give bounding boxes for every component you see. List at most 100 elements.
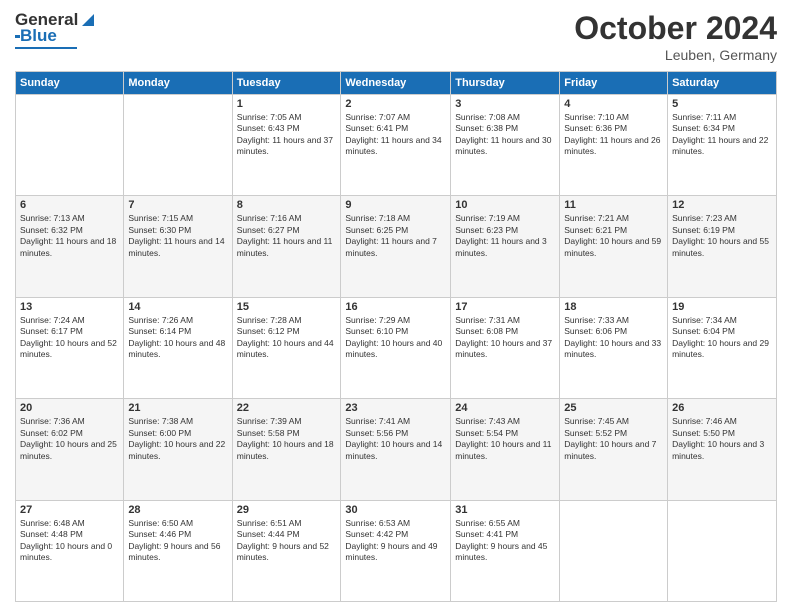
- calendar-cell: 23Sunrise: 7:41 AM Sunset: 5:56 PM Dayli…: [341, 399, 451, 500]
- day-number: 25: [564, 402, 663, 414]
- calendar-cell: 15 Sunrise: 7:28 AM Sunset: 6:12 PM Dayli…: [232, 297, 341, 398]
- calendar-cell: 14 Sunrise: 7:26 AM Sunset: 6:14 PM Dayli…: [124, 297, 232, 398]
- day-detail: Sunrise: 7:11 AM Sunset: 6:34 PM Dayligh…: [672, 112, 772, 158]
- day-detail: Sunrise: 7:28 AM Sunset: 6:12 PM Dayligh…: [237, 315, 337, 361]
- logo-blue: Blue: [20, 26, 57, 46]
- day-number: 1: [237, 98, 337, 110]
- calendar-cell: 16 Sunrise: 7:29 AM Sunset: 6:10 PM Dayli…: [341, 297, 451, 398]
- calendar-week-row: 27 Sunrise: 6:48 AM Sunset: 4:48 PM Dayli…: [16, 500, 777, 601]
- page: General Blue October 2024 Leuben, German…: [0, 0, 792, 612]
- day-detail: Sunrise: 7:46 AM Sunset: 5:50 PM Dayligh…: [672, 416, 772, 462]
- day-detail: Sunrise: 7:38 AM Sunset: 6:00 PM Dayligh…: [128, 416, 227, 462]
- col-wednesday: Wednesday: [341, 72, 451, 95]
- calendar-cell: [560, 500, 668, 601]
- day-number: 6: [20, 199, 119, 211]
- day-number: 11: [564, 199, 663, 211]
- day-number: 2: [345, 98, 446, 110]
- day-number: 17: [455, 301, 555, 313]
- calendar-cell: 13Sunrise: 7:24 AM Sunset: 6:17 PM Dayli…: [16, 297, 124, 398]
- day-number: 4: [564, 98, 663, 110]
- calendar-cell: 17 Sunrise: 7:31 AM Sunset: 6:08 PM Dayli…: [451, 297, 560, 398]
- calendar-cell: [16, 95, 124, 196]
- day-detail: Sunrise: 7:43 AM Sunset: 5:54 PM Dayligh…: [455, 416, 555, 462]
- calendar-header-row: Sunday Monday Tuesday Wednesday Thursday…: [16, 72, 777, 95]
- day-detail: Sunrise: 7:31 AM Sunset: 6:08 PM Dayligh…: [455, 315, 555, 361]
- day-detail: Sunrise: 7:16 AM Sunset: 6:27 PM Dayligh…: [237, 213, 337, 259]
- day-detail: Sunrise: 7:45 AM Sunset: 5:52 PM Dayligh…: [564, 416, 663, 462]
- calendar-week-row: 6 Sunrise: 7:13 AM Sunset: 6:32 PM Daylig…: [16, 196, 777, 297]
- day-detail: Sunrise: 7:13 AM Sunset: 6:32 PM Dayligh…: [20, 213, 119, 259]
- day-detail: Sunrise: 7:08 AM Sunset: 6:38 PM Dayligh…: [455, 112, 555, 158]
- calendar-cell: 18Sunrise: 7:33 AM Sunset: 6:06 PM Dayli…: [560, 297, 668, 398]
- calendar-cell: 27 Sunrise: 6:48 AM Sunset: 4:48 PM Dayli…: [16, 500, 124, 601]
- calendar-cell: 30Sunrise: 6:53 AM Sunset: 4:42 PM Dayli…: [341, 500, 451, 601]
- day-number: 3: [455, 98, 555, 110]
- day-detail: Sunrise: 6:55 AM Sunset: 4:41 PM Dayligh…: [455, 518, 555, 564]
- day-number: 5: [672, 98, 772, 110]
- calendar-cell: 9 Sunrise: 7:18 AM Sunset: 6:25 PM Daylig…: [341, 196, 451, 297]
- day-number: 10: [455, 199, 555, 211]
- day-detail: Sunrise: 7:10 AM Sunset: 6:36 PM Dayligh…: [564, 112, 663, 158]
- day-number: 22: [237, 402, 337, 414]
- calendar-cell: 12 Sunrise: 7:23 AM Sunset: 6:19 PM Dayli…: [668, 196, 777, 297]
- calendar-cell: 6 Sunrise: 7:13 AM Sunset: 6:32 PM Daylig…: [16, 196, 124, 297]
- day-detail: Sunrise: 7:26 AM Sunset: 6:14 PM Dayligh…: [128, 315, 227, 361]
- day-detail: Sunrise: 7:36 AM Sunset: 6:02 PM Dayligh…: [20, 416, 119, 462]
- calendar-cell: 24Sunrise: 7:43 AM Sunset: 5:54 PM Dayli…: [451, 399, 560, 500]
- calendar-week-row: 20Sunrise: 7:36 AM Sunset: 6:02 PM Dayli…: [16, 399, 777, 500]
- col-monday: Monday: [124, 72, 232, 95]
- day-number: 12: [672, 199, 772, 211]
- day-detail: Sunrise: 7:07 AM Sunset: 6:41 PM Dayligh…: [345, 112, 446, 158]
- calendar-cell: 26 Sunrise: 7:46 AM Sunset: 5:50 PM Dayli…: [668, 399, 777, 500]
- calendar-table: Sunday Monday Tuesday Wednesday Thursday…: [15, 71, 777, 602]
- col-saturday: Saturday: [668, 72, 777, 95]
- day-number: 16: [345, 301, 446, 313]
- day-number: 15: [237, 301, 337, 313]
- title-block: October 2024 Leuben, Germany: [574, 10, 777, 63]
- calendar-cell: 31 Sunrise: 6:55 AM Sunset: 4:41 PM Dayli…: [451, 500, 560, 601]
- calendar-cell: 22 Sunrise: 7:39 AM Sunset: 5:58 PM Dayli…: [232, 399, 341, 500]
- day-detail: Sunrise: 7:41 AM Sunset: 5:56 PM Dayligh…: [345, 416, 446, 462]
- calendar-cell: 3 Sunrise: 7:08 AM Sunset: 6:38 PM Daylig…: [451, 95, 560, 196]
- day-number: 7: [128, 199, 227, 211]
- calendar-cell: 29 Sunrise: 6:51 AM Sunset: 4:44 PM Dayli…: [232, 500, 341, 601]
- page-subtitle: Leuben, Germany: [574, 47, 777, 63]
- col-tuesday: Tuesday: [232, 72, 341, 95]
- day-detail: Sunrise: 7:39 AM Sunset: 5:58 PM Dayligh…: [237, 416, 337, 462]
- day-detail: Sunrise: 7:21 AM Sunset: 6:21 PM Dayligh…: [564, 213, 663, 259]
- day-detail: Sunrise: 6:53 AM Sunset: 4:42 PM Dayligh…: [345, 518, 446, 564]
- header: General Blue October 2024 Leuben, German…: [15, 10, 777, 63]
- day-number: 29: [237, 504, 337, 516]
- calendar-week-row: 13Sunrise: 7:24 AM Sunset: 6:17 PM Dayli…: [16, 297, 777, 398]
- day-detail: Sunrise: 7:18 AM Sunset: 6:25 PM Dayligh…: [345, 213, 446, 259]
- day-detail: Sunrise: 7:15 AM Sunset: 6:30 PM Dayligh…: [128, 213, 227, 259]
- calendar-cell: 7 Sunrise: 7:15 AM Sunset: 6:30 PM Daylig…: [124, 196, 232, 297]
- day-detail: Sunrise: 7:29 AM Sunset: 6:10 PM Dayligh…: [345, 315, 446, 361]
- day-detail: Sunrise: 7:24 AM Sunset: 6:17 PM Dayligh…: [20, 315, 119, 361]
- day-detail: Sunrise: 7:33 AM Sunset: 6:06 PM Dayligh…: [564, 315, 663, 361]
- calendar-cell: [124, 95, 232, 196]
- calendar-cell: 19Sunrise: 7:34 AM Sunset: 6:04 PM Dayli…: [668, 297, 777, 398]
- day-number: 28: [128, 504, 227, 516]
- col-thursday: Thursday: [451, 72, 560, 95]
- calendar-cell: 28Sunrise: 6:50 AM Sunset: 4:46 PM Dayli…: [124, 500, 232, 601]
- logo: General Blue: [15, 10, 96, 49]
- day-detail: Sunrise: 7:19 AM Sunset: 6:23 PM Dayligh…: [455, 213, 555, 259]
- day-detail: Sunrise: 6:51 AM Sunset: 4:44 PM Dayligh…: [237, 518, 337, 564]
- day-number: 9: [345, 199, 446, 211]
- calendar-cell: 8Sunrise: 7:16 AM Sunset: 6:27 PM Daylig…: [232, 196, 341, 297]
- day-number: 14: [128, 301, 227, 313]
- day-detail: Sunrise: 7:05 AM Sunset: 6:43 PM Dayligh…: [237, 112, 337, 158]
- calendar-cell: 21Sunrise: 7:38 AM Sunset: 6:00 PM Dayli…: [124, 399, 232, 500]
- col-sunday: Sunday: [16, 72, 124, 95]
- page-title: October 2024: [574, 10, 777, 47]
- day-number: 31: [455, 504, 555, 516]
- calendar-cell: 25 Sunrise: 7:45 AM Sunset: 5:52 PM Dayli…: [560, 399, 668, 500]
- calendar-cell: [668, 500, 777, 601]
- day-detail: Sunrise: 7:23 AM Sunset: 6:19 PM Dayligh…: [672, 213, 772, 259]
- day-number: 27: [20, 504, 119, 516]
- day-detail: Sunrise: 6:48 AM Sunset: 4:48 PM Dayligh…: [20, 518, 119, 564]
- calendar-cell: 20Sunrise: 7:36 AM Sunset: 6:02 PM Dayli…: [16, 399, 124, 500]
- calendar-cell: 2 Sunrise: 7:07 AM Sunset: 6:41 PM Daylig…: [341, 95, 451, 196]
- day-number: 26: [672, 402, 772, 414]
